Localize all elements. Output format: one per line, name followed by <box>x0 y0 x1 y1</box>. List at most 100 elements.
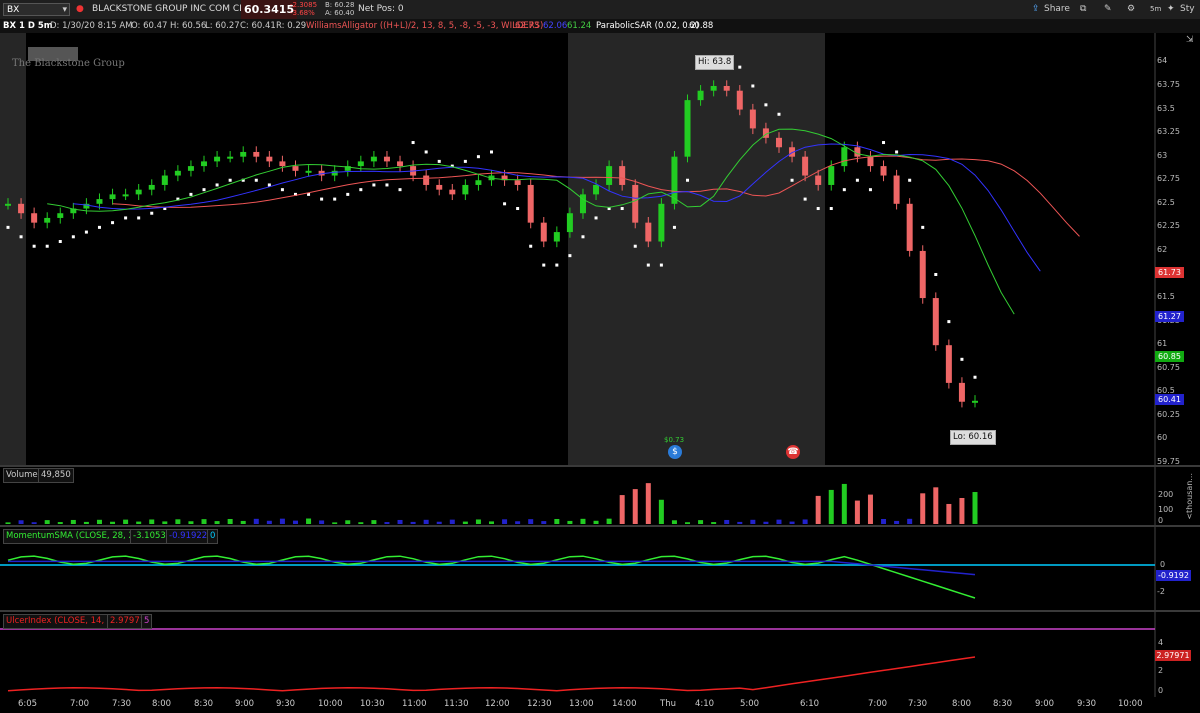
psar-dot <box>594 216 598 220</box>
candle-body <box>514 180 521 185</box>
psar-dot <box>882 141 886 145</box>
style-button[interactable]: Sty <box>1180 2 1195 17</box>
time-tick: 7:00 <box>70 699 90 709</box>
candle-body <box>31 213 38 223</box>
earnings-phone-icon[interactable]: ☎ <box>786 445 800 459</box>
candle-body <box>566 213 573 233</box>
company-name: BLACKSTONE GROUP INC COM CL A <box>92 4 254 14</box>
volume-bar <box>750 519 756 524</box>
psar-dot <box>934 272 938 276</box>
zoom-icon[interactable]: ⇲ <box>1186 35 1194 45</box>
candle-body <box>527 184 534 223</box>
volume-bar <box>358 522 364 524</box>
psar-dot <box>320 197 324 201</box>
drawing-tools-icon[interactable]: ✎ <box>1104 2 1112 17</box>
share-icon[interactable]: ⇪ <box>1032 2 1040 17</box>
timeframe-button[interactable]: 5m <box>1150 2 1161 17</box>
psar-dot <box>280 188 284 192</box>
volume-bar <box>645 483 651 524</box>
time-tick: 4:10 <box>695 699 715 709</box>
top-toolbar: BX ▾ ● BLACKSTONE GROUP INC COM CL A 60.… <box>0 0 1200 20</box>
candle-body <box>279 161 286 167</box>
chevron-down-icon[interactable]: ▾ <box>62 4 67 17</box>
volume-bar <box>266 520 272 524</box>
ulcer-label[interactable]: UlcerIndex (CLOSE, 14, 5) <box>3 614 119 629</box>
psar-dot <box>359 188 363 192</box>
link-icon[interactable]: ⧉ <box>1080 2 1086 17</box>
psar-dot <box>32 244 36 248</box>
time-tick: 14:00 <box>612 699 637 709</box>
time-tick: 9:30 <box>276 699 296 709</box>
psar-dot <box>111 221 115 225</box>
volume-bar <box>188 521 194 524</box>
volume-label[interactable]: Volume <box>3 468 41 483</box>
volume-bar <box>554 518 560 524</box>
candle-body <box>841 147 848 167</box>
momentum-label[interactable]: MomentumSMA (CLOSE, 28, 28) <box>3 529 146 544</box>
candle-body <box>96 199 103 204</box>
psar-dot <box>555 263 559 267</box>
alligator-lips-value: 61.24 <box>567 21 592 31</box>
alligator-label[interactable]: WilliamsAlligator ((H+L)/2, 13, 8, 5, -8… <box>306 19 543 33</box>
psar-label[interactable]: ParabolicSAR (0.02, 0.2) <box>596 19 699 33</box>
afterhours-shade <box>568 33 825 465</box>
volume-bar <box>5 522 11 524</box>
volume-bar <box>57 522 63 524</box>
psar-dot <box>973 375 977 379</box>
dividend-icon[interactable]: $ <box>668 445 682 459</box>
candles-group <box>5 80 978 408</box>
volume-bar <box>31 522 37 524</box>
price-tick: 60 <box>1157 433 1168 443</box>
momentum-tick-0: 0 <box>1160 560 1166 569</box>
psar-dot <box>842 188 846 192</box>
symbol-input[interactable]: BX ▾ <box>3 3 70 16</box>
bar-range: R: 0.29 <box>276 21 307 31</box>
candle-body <box>148 184 155 190</box>
candle-body <box>187 166 194 171</box>
alert-icon[interactable]: ● <box>76 0 84 19</box>
bar-high: H: 60.56 <box>170 21 207 31</box>
candle-body <box>253 151 260 157</box>
ulcer-panel[interactable]: UlcerIndex (CLOSE, 14, 5) 2.97971 5 4 2 … <box>0 612 1200 697</box>
gear-icon[interactable]: ⚙ <box>1127 2 1135 17</box>
candle-body <box>214 156 221 162</box>
candle-body <box>593 184 600 195</box>
candle-body <box>893 175 900 204</box>
time-tick: 12:30 <box>527 699 552 709</box>
candle-body <box>462 184 469 195</box>
psar-dot <box>71 235 75 239</box>
price-tick: 63.5 <box>1157 103 1175 113</box>
price-tick: 64 <box>1157 56 1168 66</box>
candle-body <box>305 170 312 173</box>
psar-dot <box>620 207 624 211</box>
volume-bar <box>489 521 494 524</box>
time-tick: 6:05 <box>18 699 38 709</box>
psar-dot <box>385 183 389 187</box>
share-button[interactable]: Share <box>1044 2 1070 17</box>
volume-bar <box>580 518 586 524</box>
volume-bar <box>567 520 573 524</box>
candle-body <box>122 194 129 197</box>
chart-info-bar: BX 1 D 5m D: 1/30/20 8:15 AM O: 60.47 H:… <box>0 19 1200 33</box>
candle-body <box>18 203 25 214</box>
momentum-panel[interactable]: MomentumSMA (CLOSE, 28, 28) -3.1053 -0.9… <box>0 527 1200 610</box>
style-icon[interactable]: ✦ <box>1167 2 1175 17</box>
candle-body <box>383 156 390 162</box>
volume-bar <box>397 519 403 524</box>
volume-tick-200: 200 <box>1158 490 1174 499</box>
candle-body <box>867 156 874 167</box>
time-tick: 10:30 <box>360 699 385 709</box>
psar-dot <box>633 244 637 248</box>
volume-panel[interactable]: Volume 49,850 200 100 0 <thousan... <box>0 467 1200 525</box>
psar-dot <box>6 225 10 229</box>
ulcer-length: 5 <box>141 614 153 629</box>
time-tick: 9:00 <box>1035 699 1055 709</box>
time-tick: Thu <box>660 699 676 709</box>
price-panel[interactable]: The Blackstone Group Hi: 63.8 Lo: 60.16 … <box>0 33 1200 466</box>
lips-price-tag: 60.85 <box>1155 351 1184 362</box>
volume-bar <box>724 519 730 524</box>
price-tick: 62.25 <box>1157 221 1180 231</box>
momentum-sma-line <box>8 560 976 576</box>
volume-bar <box>894 520 900 524</box>
psar-dot <box>908 178 912 182</box>
